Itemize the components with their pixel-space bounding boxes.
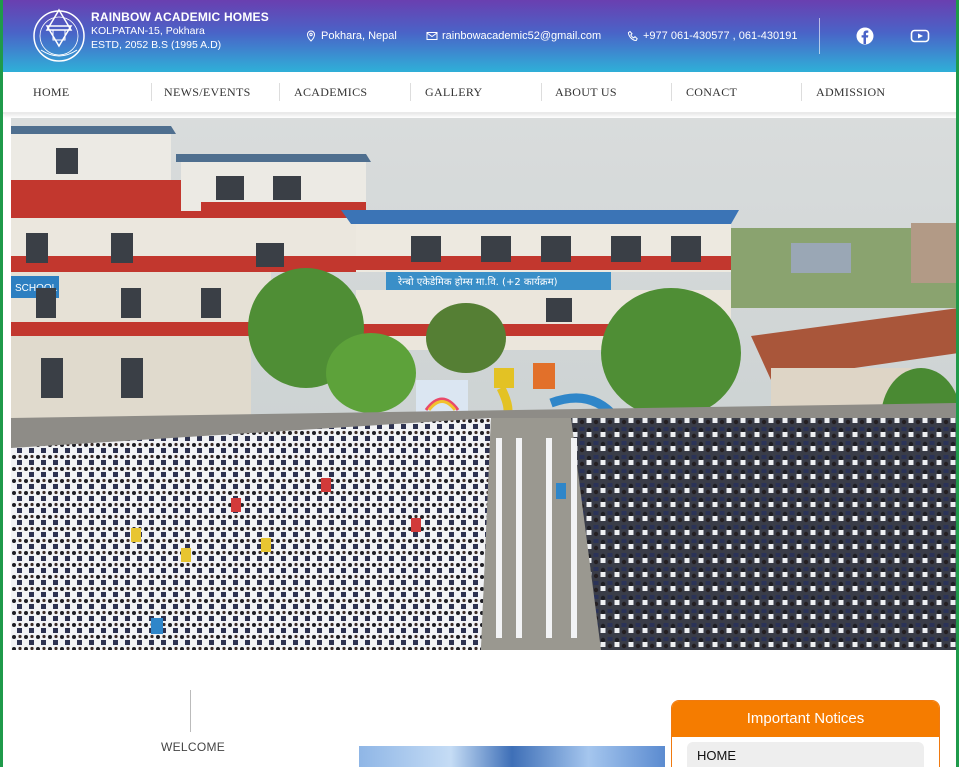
location-text: Pokhara, Nepal [321,30,397,42]
location-contact[interactable]: Pokhara, Nepal [305,30,397,42]
building-sign-text: रेन्बो एकेडेमिक होम्स मा.वि. (+2 कार्यक्… [397,276,558,288]
hero-image: SCHOOL रेन्बो एकेडेमिक होम्स मा.वि. (+2 … [11,118,956,650]
school-logo[interactable] [31,6,87,64]
nav-gallery[interactable]: GALLERY [425,85,482,100]
important-notices-panel: Important Notices HOME [671,700,940,767]
nav-separator [541,83,542,101]
brand-block: RAINBOW ACADEMIC HOMES KOLPATAN-15, Pokh… [91,10,269,52]
mail-icon [426,32,438,40]
welcome-heading: WELCOME [161,740,226,754]
school-address: KOLPATAN-15, Pokhara [91,25,205,37]
notice-item[interactable]: HOME [687,742,924,767]
email-contact[interactable]: rainbowacademic52@gmail.com [426,30,601,42]
header-divider [819,18,820,54]
school-established: ESTD, 2052 B.S (1995 A.D) [91,39,222,51]
welcome-divider [190,690,191,732]
top-header: RAINBOW ACADEMIC HOMES KOLPATAN-15, Pokh… [3,0,956,72]
nav-separator [151,83,152,101]
facebook-icon[interactable] [856,27,874,45]
youtube-icon[interactable] [910,27,930,45]
email-text: rainbowacademic52@gmail.com [442,30,602,42]
phone-contact[interactable]: +977 061-430577 , 061-430191 [627,30,797,42]
school-assembly-illustration: SCHOOL रेन्बो एकेडेमिक होम्स मा.वि. (+2 … [11,118,956,650]
nav-home[interactable]: HOME [33,85,70,100]
nav-separator [671,83,672,101]
main-nav: HOME NEWS/EVENTS ACADEMICS GALLERY ABOUT… [3,72,956,114]
nav-separator [801,83,802,101]
nav-news-events[interactable]: NEWS/EVENTS [164,85,251,100]
nav-academics[interactable]: ACADEMICS [294,85,367,100]
nav-separator [410,83,411,101]
phone-icon [627,30,638,42]
nav-separator [279,83,280,101]
page: RAINBOW ACADEMIC HOMES KOLPATAN-15, Pokh… [0,0,959,767]
nav-about-us[interactable]: ABOUT US [555,85,617,100]
map-pin-icon [306,30,316,42]
phone-text: +977 061-430577 , 061-430191 [643,30,798,42]
nav-contact[interactable]: CONACT [686,85,737,100]
notices-title: Important Notices [672,701,939,737]
welcome-photo [359,746,665,767]
nav-admission[interactable]: ADMISSION [816,85,885,100]
school-name: RAINBOW ACADEMIC HOMES [91,10,269,24]
